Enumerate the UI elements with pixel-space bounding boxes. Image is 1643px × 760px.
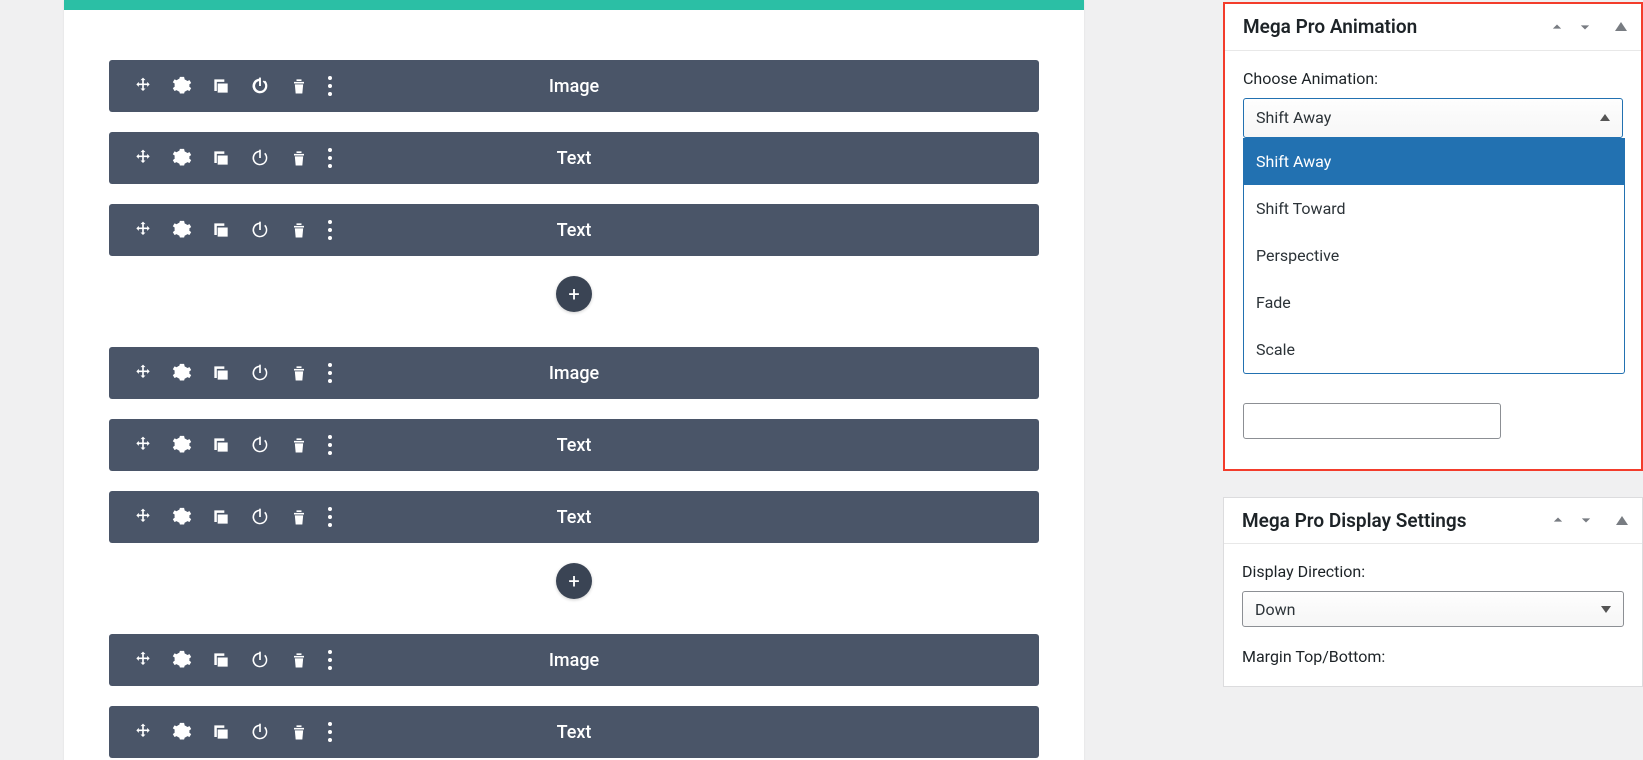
trash-icon[interactable] [289, 220, 309, 240]
more-icon[interactable] [328, 220, 332, 240]
display-panel: Mega Pro Display Settings Display Direct… [1223, 497, 1643, 688]
chevron-up-icon[interactable] [1548, 510, 1568, 530]
chevron-down-icon[interactable] [1575, 17, 1595, 37]
more-icon[interactable] [328, 722, 332, 742]
power-icon[interactable] [250, 220, 270, 240]
more-icon[interactable] [328, 650, 332, 670]
option-perspective[interactable]: Perspective [1244, 232, 1624, 279]
chevron-down-icon[interactable] [1576, 510, 1596, 530]
block-row[interactable]: Text [109, 419, 1039, 471]
add-block-button[interactable]: + [556, 276, 592, 312]
power-icon[interactable] [250, 76, 270, 96]
gear-icon[interactable] [172, 76, 192, 96]
duplicate-icon[interactable] [211, 507, 231, 527]
power-icon[interactable] [250, 507, 270, 527]
move-icon[interactable] [133, 650, 153, 670]
duplicate-icon[interactable] [211, 363, 231, 383]
section-header-bar [64, 0, 1084, 10]
block-row[interactable]: Text [109, 132, 1039, 184]
block-row[interactable]: Image [109, 60, 1039, 112]
option-fade[interactable]: Fade [1244, 279, 1624, 326]
animation-panel: Mega Pro Animation Choose Animation: Shi… [1223, 2, 1643, 471]
block-label: Text [557, 722, 592, 743]
secondary-input[interactable] [1243, 403, 1501, 439]
block-label: Image [549, 650, 599, 671]
block-row[interactable]: Image [109, 634, 1039, 686]
duplicate-icon[interactable] [211, 148, 231, 168]
collapse-icon[interactable] [1615, 22, 1627, 31]
more-icon[interactable] [328, 148, 332, 168]
trash-icon[interactable] [289, 363, 309, 383]
more-icon[interactable] [328, 435, 332, 455]
trash-icon[interactable] [289, 435, 309, 455]
triangle-up-icon [1600, 114, 1610, 121]
power-icon[interactable] [250, 435, 270, 455]
more-icon[interactable] [328, 507, 332, 527]
block-row[interactable]: Text [109, 491, 1039, 543]
duplicate-icon[interactable] [211, 722, 231, 742]
block-row[interactable]: Text [109, 204, 1039, 256]
block-row[interactable]: Text [109, 706, 1039, 758]
add-block-button[interactable]: + [556, 563, 592, 599]
panel-title: Mega Pro Animation [1243, 14, 1547, 40]
gear-icon[interactable] [172, 220, 192, 240]
move-icon[interactable] [133, 435, 153, 455]
trash-icon[interactable] [289, 722, 309, 742]
more-icon[interactable] [328, 76, 332, 96]
duplicate-icon[interactable] [211, 435, 231, 455]
gear-icon[interactable] [172, 148, 192, 168]
trash-icon[interactable] [289, 76, 309, 96]
editor-canvas: Image Text [0, 0, 1148, 760]
move-icon[interactable] [133, 363, 153, 383]
move-icon[interactable] [133, 76, 153, 96]
block-label: Text [557, 148, 592, 169]
block-label: Text [557, 220, 592, 241]
move-icon[interactable] [133, 722, 153, 742]
gear-icon[interactable] [172, 435, 192, 455]
direction-field-label: Display Direction: [1242, 562, 1624, 581]
chevron-up-icon[interactable] [1547, 17, 1567, 37]
margin-field-label: Margin Top/Bottom: [1242, 647, 1624, 666]
collapse-icon[interactable] [1616, 516, 1628, 525]
direction-select[interactable]: Down [1242, 591, 1624, 627]
select-value: Shift Away [1256, 108, 1331, 127]
move-icon[interactable] [133, 148, 153, 168]
power-icon[interactable] [250, 148, 270, 168]
trash-icon[interactable] [289, 650, 309, 670]
option-scale[interactable]: Scale [1244, 326, 1624, 373]
move-icon[interactable] [133, 220, 153, 240]
duplicate-icon[interactable] [211, 220, 231, 240]
sidebar: Mega Pro Animation Choose Animation: Shi… [1148, 0, 1643, 760]
gear-icon[interactable] [172, 363, 192, 383]
gear-icon[interactable] [172, 650, 192, 670]
gear-icon[interactable] [172, 507, 192, 527]
select-value: Down [1255, 600, 1295, 619]
duplicate-icon[interactable] [211, 650, 231, 670]
more-icon[interactable] [328, 363, 332, 383]
content-panel: Image Text [64, 0, 1084, 760]
option-shift-away[interactable]: Shift Away [1244, 138, 1624, 185]
block-label: Text [557, 435, 592, 456]
panel-title: Mega Pro Display Settings [1242, 508, 1548, 534]
trash-icon[interactable] [289, 148, 309, 168]
animation-select[interactable]: Shift Away [1243, 98, 1623, 138]
power-icon[interactable] [250, 722, 270, 742]
block-label: Text [557, 507, 592, 528]
gear-icon[interactable] [172, 722, 192, 742]
block-label: Image [549, 76, 599, 97]
option-shift-toward[interactable]: Shift Toward [1244, 185, 1624, 232]
block-label: Image [549, 363, 599, 384]
move-icon[interactable] [133, 507, 153, 527]
trash-icon[interactable] [289, 507, 309, 527]
power-icon[interactable] [250, 650, 270, 670]
animation-dropdown: Shift Away Shift Toward Perspective Fade… [1243, 138, 1625, 374]
duplicate-icon[interactable] [211, 76, 231, 96]
triangle-down-icon [1601, 606, 1611, 613]
animation-field-label: Choose Animation: [1243, 69, 1623, 88]
power-icon[interactable] [250, 363, 270, 383]
block-row[interactable]: Image [109, 347, 1039, 399]
